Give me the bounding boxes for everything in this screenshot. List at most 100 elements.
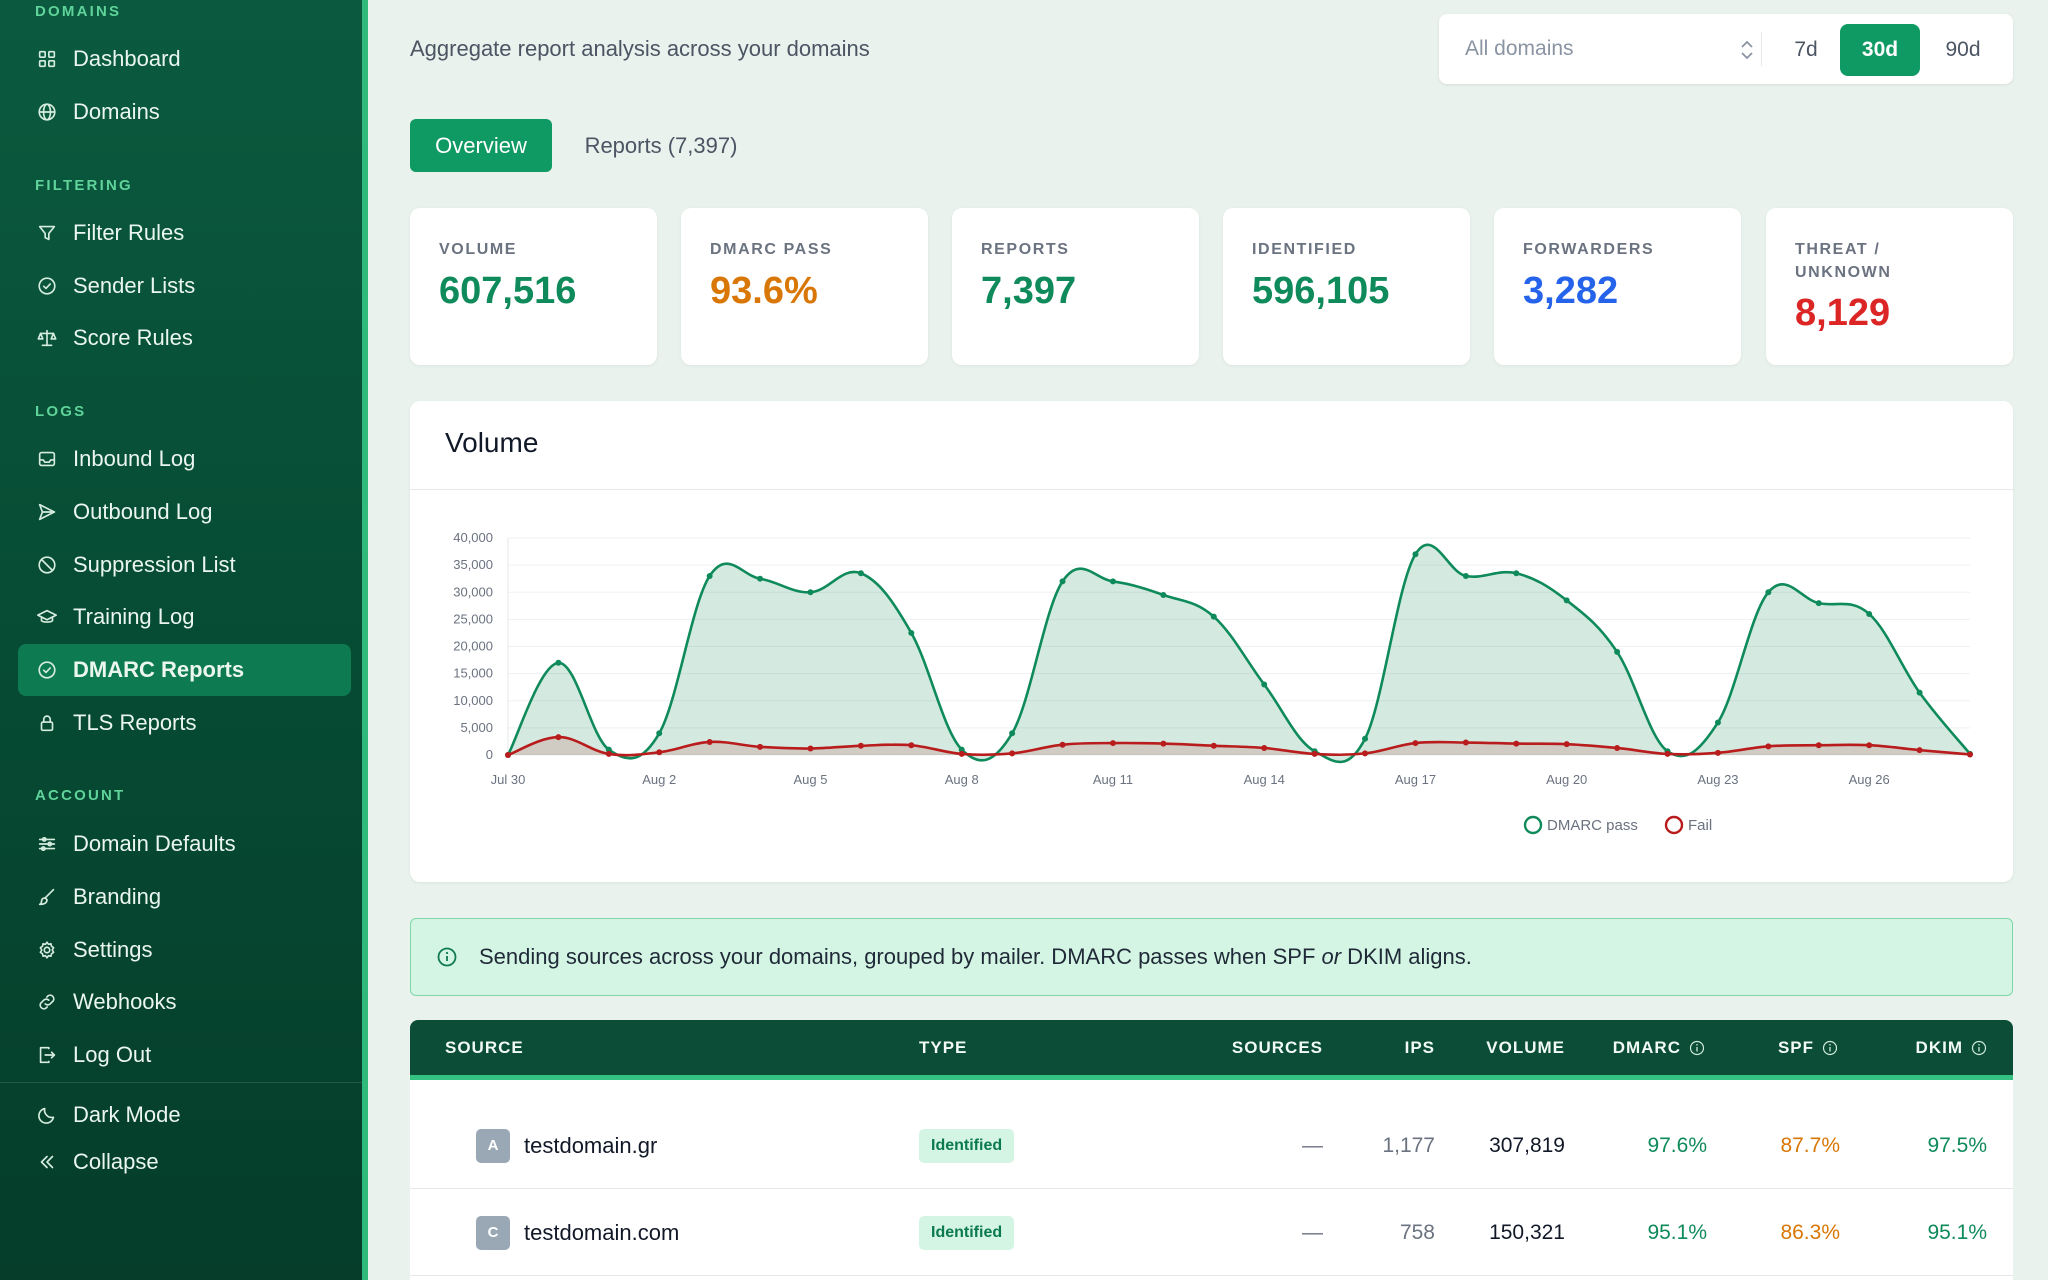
sidebar-item-dmarc-reports[interactable]: DMARC Reports: [18, 644, 351, 696]
data-point: [807, 745, 814, 752]
stat-label: REPORTS: [981, 241, 1070, 258]
stat-value: 7,397: [981, 270, 1077, 312]
sidebar-item-settings[interactable]: Settings: [18, 924, 351, 976]
sidebar-item-filter-rules[interactable]: Filter Rules: [18, 207, 351, 259]
sources-cell: —: [1302, 1220, 1323, 1244]
column-header-spf[interactable]: SPF: [1710, 1020, 1838, 1075]
collapse-button[interactable]: Collapse: [18, 1136, 351, 1188]
sidebar-item-suppression-list[interactable]: Suppression List: [18, 539, 351, 591]
sliders-icon: [35, 832, 59, 856]
y-tick-label: 40,000: [453, 530, 493, 545]
data-point: [1412, 740, 1419, 747]
stat-value: 8,129: [1795, 292, 1891, 334]
stat-card-volume: VOLUME 607,516: [410, 208, 657, 365]
range-90d-button[interactable]: 90d: [1927, 24, 1999, 76]
column-header-dmarc[interactable]: DMARC: [1560, 1020, 1705, 1075]
stat-label: FORWARDERS: [1523, 241, 1655, 258]
data-point: [1160, 740, 1167, 747]
data-point: [1160, 591, 1167, 598]
sidebar-item-label: Branding: [73, 884, 162, 909]
ips-cell: 1,177: [1382, 1133, 1435, 1157]
series-area-dmarc-pass: [508, 544, 1970, 762]
data-point: [1210, 742, 1217, 749]
stat-label: THREAT / UNKNOWN: [1795, 241, 1892, 281]
data-point: [605, 750, 612, 757]
sidebar-item-score-rules[interactable]: Score Rules: [18, 312, 351, 364]
status-badge: Identified: [919, 1215, 1015, 1250]
dashboard-icon: [35, 47, 59, 71]
tab-reports[interactable]: Reports (7,397): [566, 119, 756, 172]
sidebar-item-webhooks[interactable]: Webhooks: [18, 976, 351, 1028]
sidebar-item-label: Domain Defaults: [73, 831, 236, 856]
range-30d-button[interactable]: 30d: [1840, 24, 1920, 76]
chevron-updown-icon: [1741, 40, 1753, 60]
table-header: SOURCE TYPE SOURCES IPS VOLUME DMARC SPF…: [410, 1020, 2013, 1080]
y-tick-label: 0: [486, 747, 493, 762]
data-point: [1765, 743, 1772, 750]
range-7d-button[interactable]: 7d: [1775, 24, 1837, 76]
filter-divider: [1761, 32, 1762, 66]
table-row[interactable]: C testdomain.com Identified — 758 150,32…: [410, 1189, 2013, 1276]
info-icon: [435, 945, 459, 969]
domain-select[interactable]: All domains: [1465, 14, 1755, 84]
sidebar-item-tls-reports[interactable]: TLS Reports: [18, 697, 351, 749]
legend-marker: [1523, 815, 1543, 835]
sidebar-item-domain-defaults[interactable]: Domain Defaults: [18, 818, 351, 870]
data-point: [1311, 750, 1318, 757]
info-icon[interactable]: [1822, 1040, 1838, 1056]
sidebar-item-label: Suppression List: [73, 552, 236, 577]
column-header-type[interactable]: TYPE: [919, 1020, 967, 1075]
x-tick-label: Aug 20: [1546, 772, 1587, 787]
dark-mode-toggle[interactable]: Dark Mode: [18, 1089, 351, 1141]
info-icon[interactable]: [1689, 1040, 1705, 1056]
legend-label: DMARC pass: [1547, 817, 1638, 834]
column-header-source[interactable]: SOURCE: [445, 1020, 524, 1075]
sidebar-item-inbound-log[interactable]: Inbound Log: [18, 433, 351, 485]
data-point: [1009, 750, 1016, 757]
x-tick-label: Aug 8: [945, 772, 979, 787]
column-header-ips[interactable]: IPS: [1350, 1020, 1435, 1075]
sidebar-item-branding[interactable]: Branding: [18, 871, 351, 923]
data-point: [1059, 741, 1066, 748]
filter-icon: [35, 221, 59, 245]
sidebar-item-training-log[interactable]: Training Log: [18, 591, 351, 643]
section-title-account: ACCOUNT: [35, 787, 126, 804]
x-tick-label: Aug 2: [642, 772, 676, 787]
lock-icon: [35, 711, 59, 735]
source-name: testdomain.com: [524, 1219, 680, 1245]
column-header-volume[interactable]: VOLUME: [1450, 1020, 1565, 1075]
column-header-dkim[interactable]: DKIM: [1840, 1020, 1987, 1075]
sidebar-item-label: Log Out: [73, 1042, 152, 1067]
legend-marker: [1664, 815, 1684, 835]
scale-icon: [35, 326, 59, 350]
stat-label: VOLUME: [439, 241, 518, 258]
y-tick-label: 30,000: [453, 584, 493, 599]
section-title-filtering: FILTERING: [35, 177, 133, 194]
sidebar-item-domains[interactable]: Domains: [18, 86, 351, 138]
dkim-cell: 95.1%: [1927, 1220, 1987, 1244]
sidebar-item-outbound-log[interactable]: Outbound Log: [18, 486, 351, 538]
section-title-logs: LOGS: [35, 403, 87, 420]
inbox-icon: [35, 447, 59, 471]
sidebar-item-label: TLS Reports: [73, 710, 197, 735]
tab-overview[interactable]: Overview: [410, 119, 552, 172]
column-header-sources[interactable]: SOURCES: [1166, 1020, 1323, 1075]
data-point: [1362, 750, 1369, 757]
data-point: [857, 742, 864, 749]
data-point: [1059, 578, 1066, 585]
sidebar-item-sender-lists[interactable]: Sender Lists: [18, 260, 351, 312]
dmarc-cell: 97.6%: [1647, 1133, 1707, 1157]
avatar: C: [476, 1215, 510, 1250]
data-point: [505, 752, 511, 758]
sidebar-item-log-out[interactable]: Log Out: [18, 1029, 351, 1081]
check-circle-icon: [35, 658, 59, 682]
data-point: [1412, 551, 1419, 558]
sidebar-item-dashboard[interactable]: Dashboard: [18, 33, 351, 85]
data-point: [1513, 570, 1520, 577]
info-icon[interactable]: [1971, 1040, 1987, 1056]
y-tick-label: 15,000: [453, 666, 493, 681]
volume-chart: 0 5,000 10,000 15,000 20,000 25,000 30,000 35,0…: [453, 530, 1973, 835]
table-row[interactable]: A testdomain.gr Identified — 1,177 307,8…: [410, 1102, 2013, 1189]
volume-card: Volume 0 5,000 10,000 15,000 20,000 25,000 30,…: [410, 401, 2013, 882]
dkim-cell: 97.5%: [1927, 1133, 1987, 1157]
